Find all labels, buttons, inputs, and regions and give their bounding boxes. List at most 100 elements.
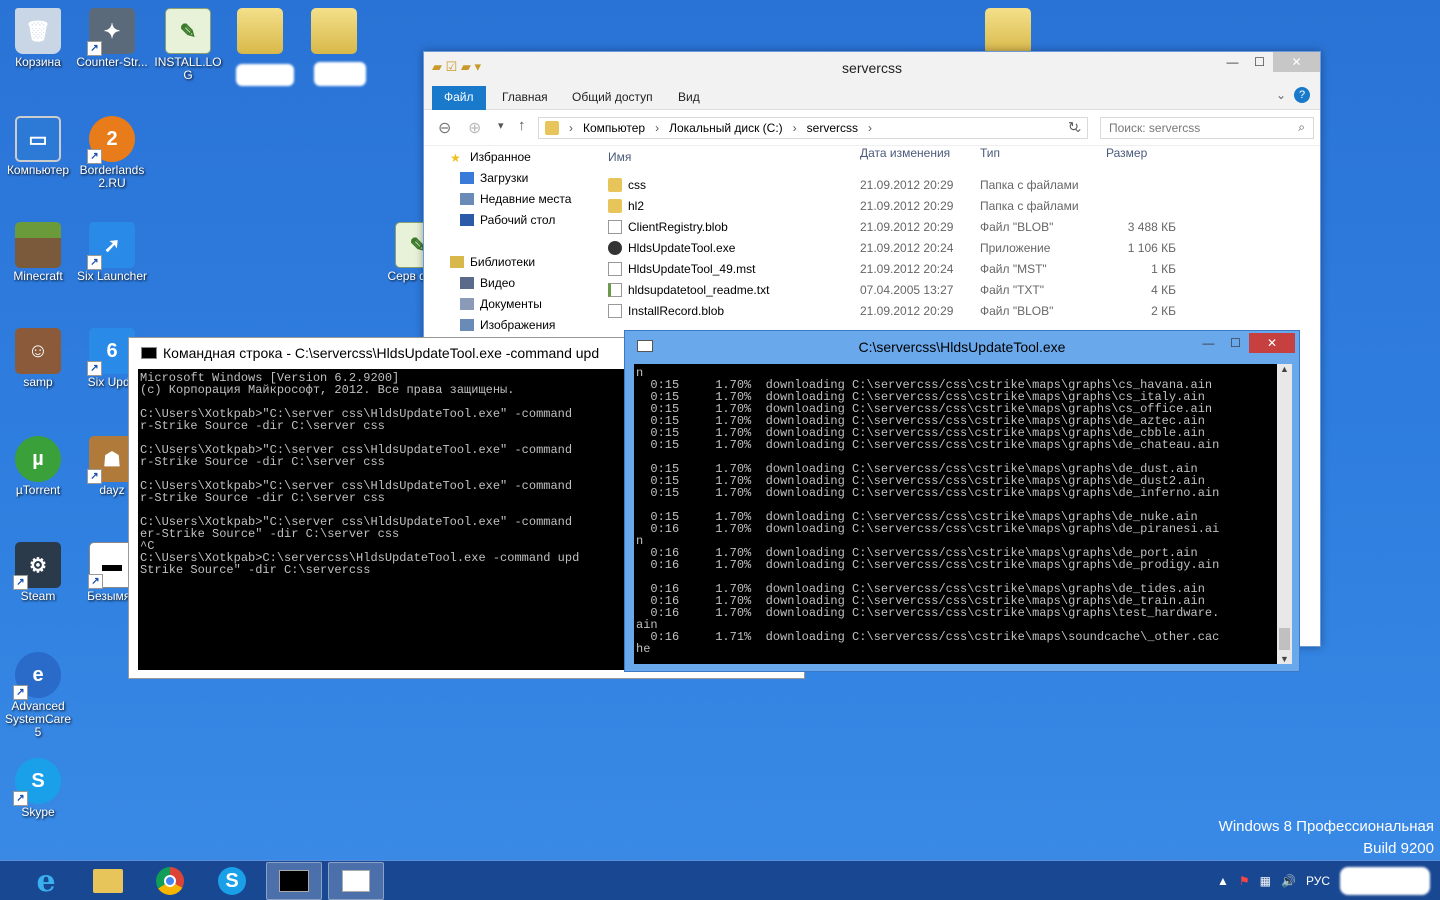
computer-icon: ▭: [15, 116, 61, 162]
desktop-icon-utorrent[interactable]: µ µTorrent: [0, 436, 76, 497]
console-output[interactable]: n 0:15 1.70% downloading C:\servercss/cs…: [634, 364, 1277, 664]
vertical-scrollbar[interactable]: ▲ ▼: [1277, 364, 1292, 664]
column-name[interactable]: Имя: [600, 146, 860, 168]
internet-explorer-icon: e: [36, 863, 56, 899]
column-size[interactable]: Размер: [1100, 146, 1176, 168]
application-icon: [608, 240, 622, 255]
desktop-icon-install-log[interactable]: ✎ INSTALL.LOG: [150, 8, 226, 82]
borderlands-icon: 2: [87, 116, 135, 164]
table-row[interactable]: HldsUpdateTool_49.mst 21.09.2012 20:24 Ф…: [600, 258, 1316, 279]
expand-ribbon-icon[interactable]: ⌄: [1276, 88, 1286, 102]
table-row[interactable]: hl2 21.09.2012 20:29 Папка с файлами: [600, 195, 1316, 216]
table-row[interactable]: InstallRecord.blob 21.09.2012 20:29 Файл…: [600, 300, 1316, 321]
desktop-icon-skype[interactable]: S Skype: [0, 758, 76, 819]
table-row[interactable]: ClientRegistry.blob 21.09.2012 20:29 Фай…: [600, 216, 1316, 237]
explorer-titlebar[interactable]: ▰ ☑ ▰ ▾ servercss — ☐ ✕: [424, 52, 1320, 82]
console-icon: [141, 347, 157, 359]
keyboard-language[interactable]: РУС: [1306, 874, 1330, 888]
steam-icon: ⚙: [13, 542, 61, 590]
tab-share[interactable]: Общий доступ: [560, 86, 665, 110]
volume-icon[interactable]: 🔊: [1281, 874, 1296, 888]
maximize-button[interactable]: ☐: [1222, 333, 1249, 353]
breadcrumb-computer[interactable]: Компьютер: [583, 121, 645, 135]
maximize-button[interactable]: ☐: [1246, 52, 1273, 72]
desktop-icon-borderlands[interactable]: 2 Borderlands 2.RU: [74, 116, 150, 190]
hlds-titlebar[interactable]: C:\servercss\HldsUpdateTool.exe — ☐ ✕: [625, 331, 1299, 361]
table-row[interactable]: hldsupdatetool_readme.txt 07.04.2005 13:…: [600, 279, 1316, 300]
search-icon: ⌕: [1298, 120, 1305, 134]
back-arrow-icon[interactable]: ⊖: [438, 118, 451, 138]
recent-places-icon: [460, 192, 474, 205]
folder-icon: [608, 177, 622, 192]
refresh-icon[interactable]: ↻: [1068, 119, 1079, 135]
navigation-pane: ★ Избранное Загрузки Недавние места Рабоч…: [424, 146, 594, 335]
hlds-update-console-window[interactable]: C:\servercss\HldsUpdateTool.exe — ☐ ✕ n …: [624, 330, 1300, 672]
tab-file[interactable]: Файл: [432, 86, 486, 110]
recycle-bin-icon: 🗑: [15, 8, 61, 54]
chevron-right-icon: ›: [569, 121, 573, 135]
file-icon: [608, 261, 622, 276]
redacted-label: [314, 62, 366, 86]
column-date[interactable]: Дата изменения: [860, 146, 980, 168]
show-hidden-icons-icon[interactable]: ▲: [1217, 874, 1229, 888]
nav-item-video[interactable]: Видео: [424, 272, 594, 293]
taskbar-cmd-button[interactable]: [266, 862, 322, 900]
desktop-folder-redacted-1[interactable]: [222, 8, 298, 56]
nav-item-libraries[interactable]: Библиотеки: [424, 251, 594, 272]
network-icon[interactable]: ▦: [1260, 874, 1271, 888]
tab-view[interactable]: Вид: [666, 86, 712, 110]
tab-home[interactable]: Главная: [490, 86, 560, 110]
taskbar-hlds-button[interactable]: [328, 862, 384, 900]
star-icon: ★: [450, 150, 461, 165]
taskbar-ie-button[interactable]: e: [18, 862, 74, 900]
redacted-clock[interactable]: [1340, 867, 1430, 895]
desktop-folder-top-right[interactable]: [970, 8, 1046, 56]
table-row[interactable]: css 21.09.2012 20:29 Папка с файлами: [600, 174, 1316, 195]
documents-icon: [460, 297, 474, 310]
forward-arrow-icon[interactable]: ⊕: [468, 118, 481, 138]
file-icon: [608, 303, 622, 318]
breadcrumb-servercss[interactable]: servercss: [807, 121, 858, 135]
scroll-down-icon[interactable]: ▼: [1277, 654, 1292, 664]
scroll-up-icon[interactable]: ▲: [1277, 364, 1292, 374]
nav-item-recent[interactable]: Недавние места: [424, 188, 594, 209]
ribbon-tabs: Файл Главная Общий доступ Вид ⌄ ?: [424, 82, 1320, 110]
desktop-icon-steam[interactable]: ⚙ Steam: [0, 542, 76, 603]
help-icon[interactable]: ?: [1294, 87, 1310, 103]
system-tray: ▲ ⚑ ▦ 🔊 РУС: [1217, 861, 1430, 900]
table-row[interactable]: HldsUpdateTool.exe 21.09.2012 20:24 Прил…: [600, 237, 1316, 258]
nav-item-desktop[interactable]: Рабочий стол: [424, 209, 594, 230]
taskbar-skype-button[interactable]: S: [204, 862, 260, 900]
desktop-icon-six-launcher[interactable]: ➚ Six Launcher: [74, 222, 150, 283]
nav-item-pictures[interactable]: Изображения: [424, 314, 594, 335]
desktop-icon-minecraft[interactable]: Minecraft: [0, 222, 76, 283]
chevron-right-icon: ›: [655, 121, 660, 135]
taskbar-chrome-button[interactable]: [142, 862, 198, 900]
column-type[interactable]: Тип: [980, 146, 1100, 168]
desktop-icon-advanced-systemcare[interactable]: e Advanced SystemCare 5: [0, 652, 76, 739]
recent-dropdown-icon[interactable]: ▾: [498, 119, 504, 132]
desktop-folder-redacted-2[interactable]: [296, 8, 372, 56]
nav-item-downloads[interactable]: Загрузки: [424, 167, 594, 188]
minimize-button[interactable]: —: [1219, 52, 1246, 72]
up-arrow-icon[interactable]: ↑: [518, 117, 526, 134]
taskbar-explorer-button[interactable]: [80, 862, 136, 900]
breadcrumb-disk[interactable]: Локальный диск (C:): [669, 121, 783, 135]
desktop-icon-recycle-bin[interactable]: 🗑 Корзина: [0, 8, 76, 69]
windows-edition-watermark: Windows 8 Профессиональная: [1218, 818, 1434, 835]
scrollbar-thumb[interactable]: [1279, 628, 1290, 650]
address-box[interactable]: › Компьютер › Локальный диск (C:) › serv…: [538, 117, 1088, 139]
skype-icon: S: [218, 867, 246, 895]
action-center-icon[interactable]: ⚑: [1239, 874, 1250, 888]
close-button[interactable]: ✕: [1249, 333, 1295, 353]
desktop-icon: [460, 213, 474, 226]
desktop-icon-computer[interactable]: ▭ Компьютер: [0, 116, 76, 177]
close-button[interactable]: ✕: [1273, 52, 1320, 72]
search-input[interactable]: Поиск: servercss ⌕: [1100, 117, 1314, 139]
nav-item-documents[interactable]: Документы: [424, 293, 594, 314]
minimize-button[interactable]: —: [1195, 333, 1222, 353]
desktop-icon-samp[interactable]: ☺ samp: [0, 328, 76, 389]
desktop-icon-counter-strike[interactable]: ✦ Counter-Str...: [74, 8, 150, 69]
nav-item-favorites[interactable]: ★ Избранное: [424, 146, 594, 167]
